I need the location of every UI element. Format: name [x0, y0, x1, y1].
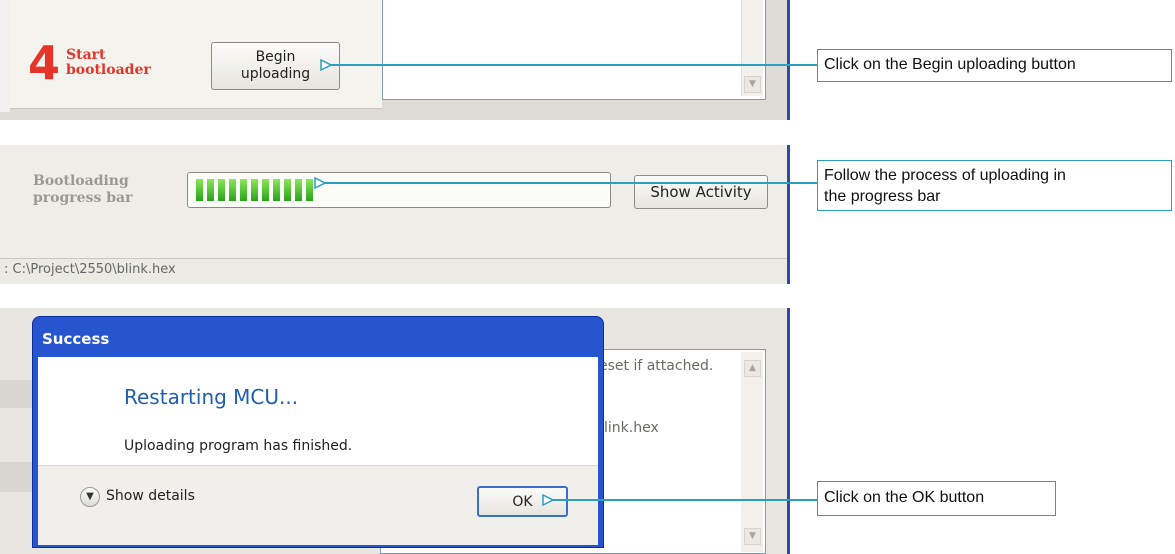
- callout-connectors: [0, 0, 817, 554]
- callout-begin: Click on the Begin uploading button: [817, 49, 1172, 82]
- callout-progress: Follow the process of uploading in the p…: [817, 160, 1172, 211]
- callout-progress-line2: the progress bar: [824, 188, 941, 205]
- callout-progress-line1: Follow the process of uploading in: [824, 167, 1066, 184]
- callout-ok: Click on the OK button: [817, 481, 1056, 516]
